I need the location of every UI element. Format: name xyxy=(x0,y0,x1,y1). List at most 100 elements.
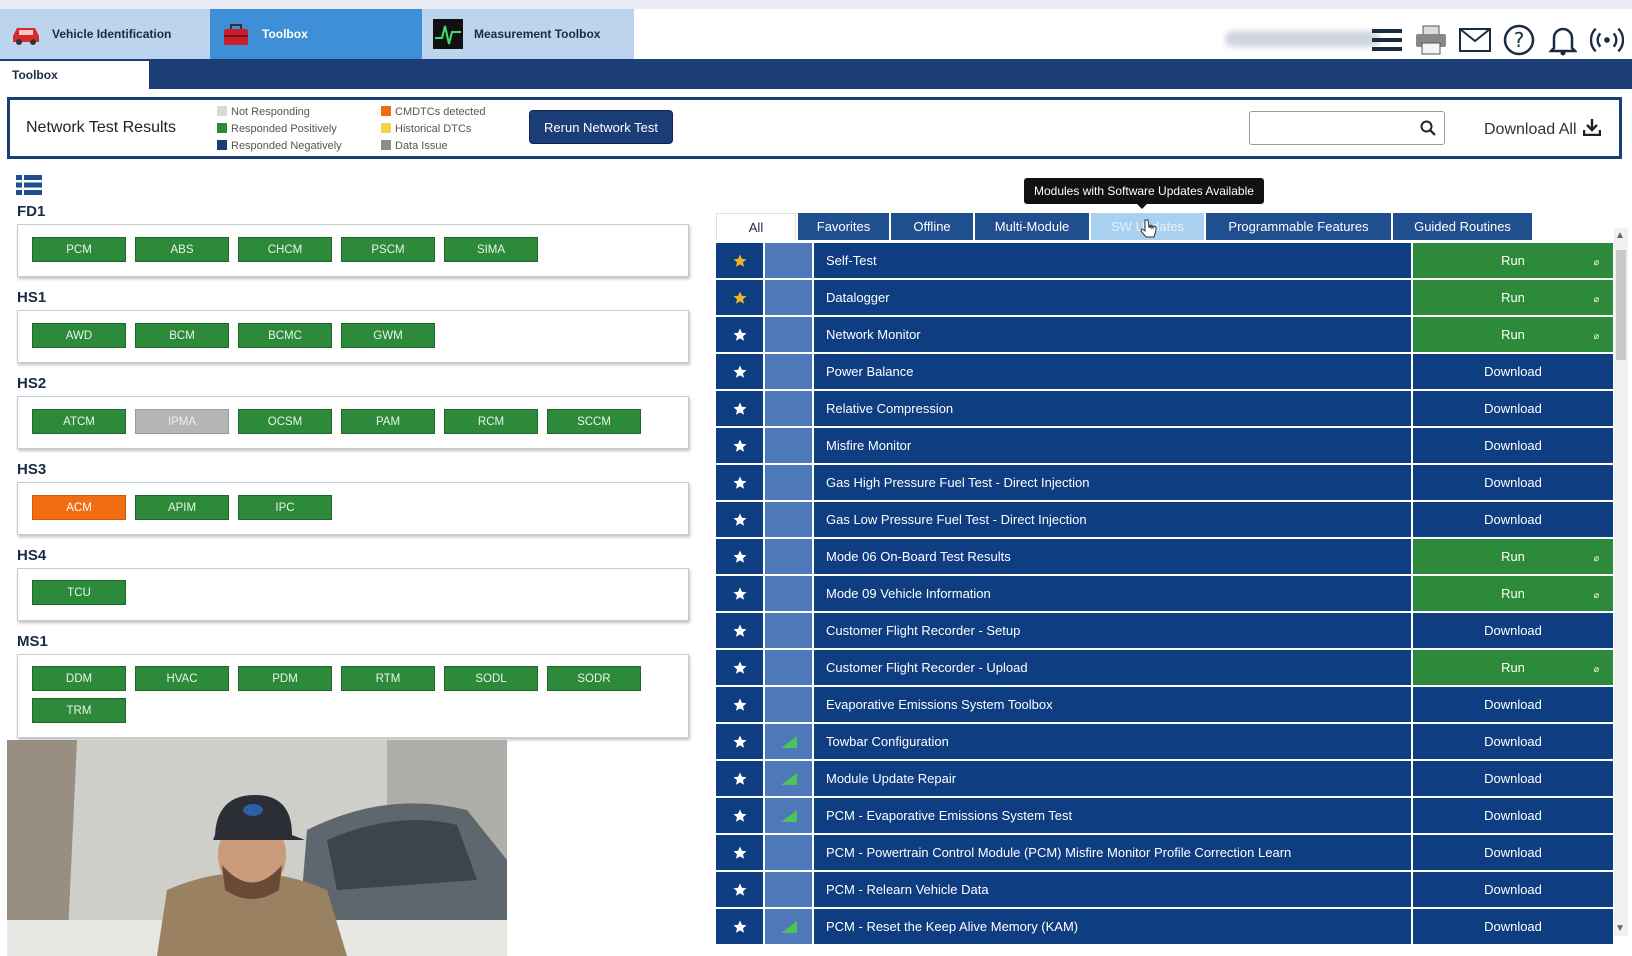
run-button[interactable]: Run ⌀ xyxy=(1413,539,1613,574)
download-button[interactable]: Download xyxy=(1413,354,1613,389)
module-hvac[interactable]: HVAC xyxy=(135,666,229,691)
mail-icon[interactable] xyxy=(1458,23,1492,57)
network-box-hs1: AWD BCM BCMC GWM xyxy=(17,310,689,363)
scrollbar-thumb[interactable] xyxy=(1616,250,1626,360)
legend-swatch xyxy=(217,106,227,116)
printer-icon[interactable] xyxy=(1414,23,1448,57)
favorite-star-icon[interactable] xyxy=(716,280,763,315)
tab-programmable-features[interactable]: Programmable Features xyxy=(1206,213,1391,240)
download-button[interactable]: Download xyxy=(1413,835,1613,870)
tool-row: PCM - Relearn Vehicle Data Download xyxy=(716,872,1613,907)
module-chcm[interactable]: CHCM xyxy=(238,237,332,262)
module-rtm[interactable]: RTM xyxy=(341,666,435,691)
module-ddm[interactable]: DDM xyxy=(32,666,126,691)
module-gwm[interactable]: GWM xyxy=(341,323,435,348)
list-view-icon[interactable] xyxy=(16,175,42,200)
subtab-toolbox[interactable]: Toolbox xyxy=(0,61,149,89)
module-rcm[interactable]: RCM xyxy=(444,409,538,434)
favorite-star-icon[interactable] xyxy=(716,687,763,722)
download-button[interactable]: Download xyxy=(1413,798,1613,833)
tab-vehicle-identification[interactable]: Vehicle Identification xyxy=(0,9,210,59)
favorite-star-icon[interactable] xyxy=(716,465,763,500)
module-pcm[interactable]: PCM xyxy=(32,237,126,262)
module-awd[interactable]: AWD xyxy=(32,323,126,348)
favorite-star-icon[interactable] xyxy=(716,724,763,759)
module-abs[interactable]: ABS xyxy=(135,237,229,262)
download-all-button[interactable]: Download All xyxy=(1484,118,1601,141)
tool-list-scrollbar[interactable]: ▲ ▼ xyxy=(1614,228,1628,936)
run-button[interactable]: Run ⌀ xyxy=(1413,280,1613,315)
tab-offline[interactable]: Offline xyxy=(891,213,973,240)
download-button[interactable]: Download xyxy=(1413,502,1613,537)
module-pscm[interactable]: PSCM xyxy=(341,237,435,262)
module-sccm[interactable]: SCCM xyxy=(547,409,641,434)
tool-row: PCM - Powertrain Control Module (PCM) Mi… xyxy=(716,835,1613,870)
chevron-up-icon[interactable]: ▲ xyxy=(1615,230,1625,241)
run-button[interactable]: Run ⌀ xyxy=(1413,650,1613,685)
favorite-star-icon[interactable] xyxy=(716,354,763,389)
search-input[interactable] xyxy=(1249,111,1445,145)
tab-measurement-toolbox[interactable]: Measurement Toolbox xyxy=(422,9,634,59)
help-icon[interactable]: ? xyxy=(1502,23,1536,57)
tab-guided-routines[interactable]: Guided Routines xyxy=(1393,213,1532,240)
run-button[interactable]: Run ⌀ xyxy=(1413,243,1613,278)
bell-icon[interactable] xyxy=(1546,23,1580,57)
favorite-star-icon[interactable] xyxy=(716,243,763,278)
favorite-star-icon[interactable] xyxy=(716,539,763,574)
favorite-star-icon[interactable] xyxy=(716,502,763,537)
favorite-star-icon[interactable] xyxy=(716,576,763,611)
tab-favorites[interactable]: Favorites xyxy=(798,213,889,240)
rerun-network-test-button[interactable]: Rerun Network Test xyxy=(530,111,672,143)
module-apim[interactable]: APIM xyxy=(135,495,229,520)
tab-multi-module[interactable]: Multi-Module xyxy=(975,213,1089,240)
favorite-star-icon[interactable] xyxy=(716,761,763,796)
download-button[interactable]: Download xyxy=(1413,724,1613,759)
module-bcm[interactable]: BCM xyxy=(135,323,229,348)
download-button[interactable]: Download xyxy=(1413,761,1613,796)
module-ipma[interactable]: IPMA xyxy=(135,409,229,434)
favorite-star-icon[interactable] xyxy=(716,872,763,907)
download-button[interactable]: Download xyxy=(1413,909,1613,944)
favorite-star-icon[interactable] xyxy=(716,835,763,870)
download-button[interactable]: Download xyxy=(1413,613,1613,648)
module-bcmc[interactable]: BCMC xyxy=(238,323,332,348)
tool-name: PCM - Powertrain Control Module (PCM) Mi… xyxy=(814,835,1411,870)
sw-updates-tooltip: Modules with Software Updates Available xyxy=(1024,178,1264,209)
favorite-star-icon[interactable] xyxy=(716,391,763,426)
module-ocsm[interactable]: OCSM xyxy=(238,409,332,434)
run-button[interactable]: Run ⌀ xyxy=(1413,576,1613,611)
connection-icon[interactable] xyxy=(1590,23,1624,57)
favorite-star-icon[interactable] xyxy=(716,909,763,944)
download-button[interactable]: Download xyxy=(1413,872,1613,907)
module-ipc[interactable]: IPC xyxy=(238,495,332,520)
download-button[interactable]: Download xyxy=(1413,465,1613,500)
module-pam[interactable]: PAM xyxy=(341,409,435,434)
download-button[interactable]: Download xyxy=(1413,428,1613,463)
module-sima[interactable]: SIMA xyxy=(444,237,538,262)
favorite-star-icon[interactable] xyxy=(716,650,763,685)
tool-name: Self-Test xyxy=(814,243,1411,278)
module-sodl[interactable]: SODL xyxy=(444,666,538,691)
menu-icon[interactable] xyxy=(1370,23,1404,57)
run-button[interactable]: Run ⌀ xyxy=(1413,317,1613,352)
tab-toolbox[interactable]: Toolbox xyxy=(210,9,422,59)
legend-left: Not Responding Responded Positively Resp… xyxy=(217,104,342,155)
chevron-down-icon[interactable]: ▼ xyxy=(1615,923,1625,934)
search-icon[interactable] xyxy=(1420,120,1436,141)
favorite-star-icon[interactable] xyxy=(716,798,763,833)
favorite-star-icon[interactable] xyxy=(716,317,763,352)
module-sodr[interactable]: SODR xyxy=(547,666,641,691)
network-label-hs2: HS2 xyxy=(17,375,47,392)
download-button[interactable]: Download xyxy=(1413,391,1613,426)
network-label-fd1: FD1 xyxy=(17,203,46,220)
module-atcm[interactable]: ATCM xyxy=(32,409,126,434)
module-tcu[interactable]: TCU xyxy=(32,580,126,605)
tab-all[interactable]: All xyxy=(716,213,796,240)
module-pdm[interactable]: PDM xyxy=(238,666,332,691)
tool-name: PCM - Reset the Keep Alive Memory (KAM) xyxy=(814,909,1411,944)
module-acm[interactable]: ACM xyxy=(32,495,126,520)
favorite-star-icon[interactable] xyxy=(716,428,763,463)
module-trm[interactable]: TRM xyxy=(32,698,126,723)
favorite-star-icon[interactable] xyxy=(716,613,763,648)
download-button[interactable]: Download xyxy=(1413,687,1613,722)
